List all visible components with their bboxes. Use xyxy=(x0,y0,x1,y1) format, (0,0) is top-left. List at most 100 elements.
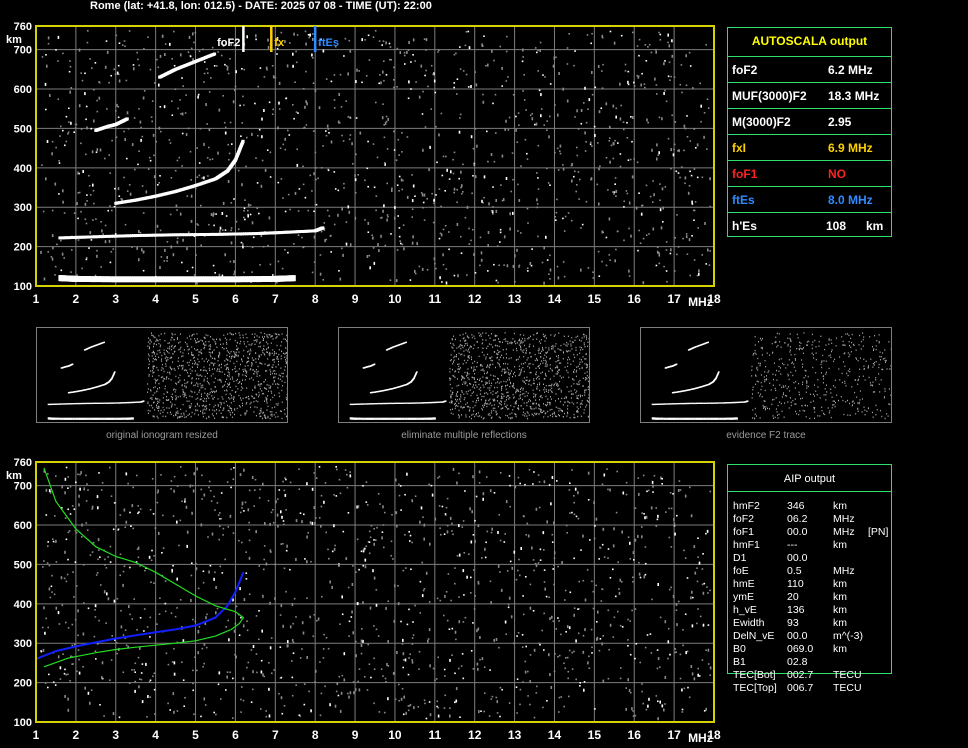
autoscala-label: foF2 xyxy=(732,63,758,77)
trace-f2-faint-high xyxy=(158,52,217,79)
thumbnail-caption: evidence F2 trace xyxy=(726,430,806,441)
thumbnail-3 xyxy=(640,327,892,423)
thumbnail-image xyxy=(349,332,589,420)
aip-value: 00.0 xyxy=(787,630,808,642)
aip-unit: km xyxy=(833,539,847,551)
x-tick-label: 14 xyxy=(548,292,562,306)
y-tick-label: 100 xyxy=(14,717,32,729)
x-tick-label: 10 xyxy=(388,292,402,306)
trace-point xyxy=(125,117,129,121)
aip-value: 00.0 xyxy=(787,526,808,538)
aip-value: 00.0 xyxy=(787,552,808,564)
aip-unit: km xyxy=(833,617,847,629)
x-tick-label: 16 xyxy=(628,292,642,306)
y-axis-label: km xyxy=(6,470,22,482)
aip-label: TEC[Top] xyxy=(733,682,777,694)
autoscala-label: foF1 xyxy=(732,167,758,181)
profile-line-blue xyxy=(35,571,245,660)
x-tick-label: 5 xyxy=(192,292,199,306)
aip-value: 110 xyxy=(787,578,804,590)
aip-label: h_vE xyxy=(733,604,757,616)
aip-label: foF1 xyxy=(733,526,755,538)
trace-f2-ordinary xyxy=(114,139,245,205)
aip-unit: MHz xyxy=(833,565,855,577)
aip-value: 136 xyxy=(787,604,805,616)
aip-profile-chart: 1 2 3 4 5 6 7 8 9 10 11 12 13 14 15 16 17 181002003004005… xyxy=(6,458,721,745)
y-tick-label: 400 xyxy=(14,163,32,175)
aip-unit: km xyxy=(833,643,847,655)
autoscala-row-m-3000-f2: M(3000)F2 2.95 xyxy=(728,108,891,135)
autoscala-value: 6.2 MHz xyxy=(828,63,873,77)
x-tick-label: 8 xyxy=(312,292,319,306)
autoscala-label: ftEs xyxy=(732,193,755,207)
aip-label: hmE xyxy=(733,578,755,590)
autoscala-label: fxI xyxy=(732,141,747,155)
aip-unit: km xyxy=(833,578,847,590)
x-tick-label: 2 xyxy=(73,728,80,742)
x-tick-label: 11 xyxy=(428,292,441,306)
aip-unit: km xyxy=(833,591,847,603)
y-tick-label: 500 xyxy=(14,559,32,571)
aip-unit: m^(-3) xyxy=(833,630,864,642)
aip-label: ymE xyxy=(733,591,754,603)
autoscala-row-fof1: foF1 NO xyxy=(728,160,891,187)
trace-f2-second-hop xyxy=(94,117,129,132)
y-tick-label: 400 xyxy=(14,599,32,611)
trace-point xyxy=(241,139,245,143)
autoscala-unit: km xyxy=(866,219,884,233)
x-tick-label: 1 xyxy=(33,292,40,306)
page-title: Rome (lat: +41.8, lon: 012.5) - DATE: 20… xyxy=(90,0,432,12)
autoscala-label: M(3000)F2 xyxy=(732,115,791,129)
y-tick-label: 300 xyxy=(14,638,32,650)
trace-point xyxy=(321,226,325,230)
autoscala-value: 6.9 MHz xyxy=(828,141,873,155)
trace-es-second-hop xyxy=(58,226,325,240)
autoscala-value: NO xyxy=(828,167,846,181)
autoscala-row-fxi: fxI 6.9 MHz xyxy=(728,134,891,161)
x-tick-label: 8 xyxy=(312,728,319,742)
x-tick-label: 1 xyxy=(33,728,40,742)
y-tick-label: 600 xyxy=(14,520,32,532)
autoscala-row-ftes: ftEs 8.0 MHz xyxy=(728,186,891,213)
aip-value: 06.2 xyxy=(787,513,808,525)
autoscala-label: MUF(3000)F2 xyxy=(732,89,807,103)
thumbnail-caption: original ionogram resized xyxy=(106,430,218,441)
x-tick-label: 5 xyxy=(192,728,199,742)
autoscala-value: 108 xyxy=(826,219,847,233)
aip-value: 20 xyxy=(787,591,799,603)
aip-value: 02.8 xyxy=(787,656,808,668)
profile-line-green xyxy=(43,467,245,668)
aip-label: foF2 xyxy=(733,513,755,525)
y-tick-label: 100 xyxy=(14,281,32,293)
autoscala-row-h-es: h'Es 108 km xyxy=(728,212,891,239)
autoscala-label: h'Es xyxy=(732,219,757,233)
aip-value: 346 xyxy=(787,500,805,512)
aip-value: 006.7 xyxy=(787,682,814,694)
aip-label: hmF2 xyxy=(733,500,760,512)
aip-label: Ewidth xyxy=(733,617,765,629)
autoscala-ionogram-chart: 1 2 3 4 5 6 7 8 9 10 11 12 13 14 15 16 17 181002003004005… xyxy=(6,22,721,309)
trace-point xyxy=(212,52,217,56)
x-tick-label: 17 xyxy=(667,292,681,306)
aip-title: AIP output xyxy=(783,473,836,485)
trace-point xyxy=(292,275,296,282)
y-tick-label: 700 xyxy=(14,45,32,57)
autoscala-value: 18.3 MHz xyxy=(828,89,880,103)
x-tick-label: 11 xyxy=(428,728,441,742)
x-tick-label: 6 xyxy=(232,728,239,742)
x-tick-label: 15 xyxy=(588,292,602,306)
marker-label-fx: fx xyxy=(274,37,285,49)
aip-value: 0.5 xyxy=(787,565,802,577)
thumbnail-image xyxy=(651,332,891,420)
marker-label-ftes: ftEs xyxy=(318,37,339,49)
y-tick-label: 760 xyxy=(14,22,32,33)
y-axis-label: km xyxy=(6,34,22,46)
x-tick-label: 3 xyxy=(112,728,119,742)
autoscala-output-panel: AUTOSCALA output foF2 6.2 MHz MUF(3000)F2 1… xyxy=(727,27,892,237)
aip-unit: km xyxy=(833,500,847,512)
aip-unit: km xyxy=(833,604,847,616)
x-tick-label: 15 xyxy=(588,728,602,742)
x-tick-label: 13 xyxy=(508,728,522,742)
aip-unit: TECU xyxy=(833,669,862,681)
x-tick-label: 16 xyxy=(628,728,642,742)
